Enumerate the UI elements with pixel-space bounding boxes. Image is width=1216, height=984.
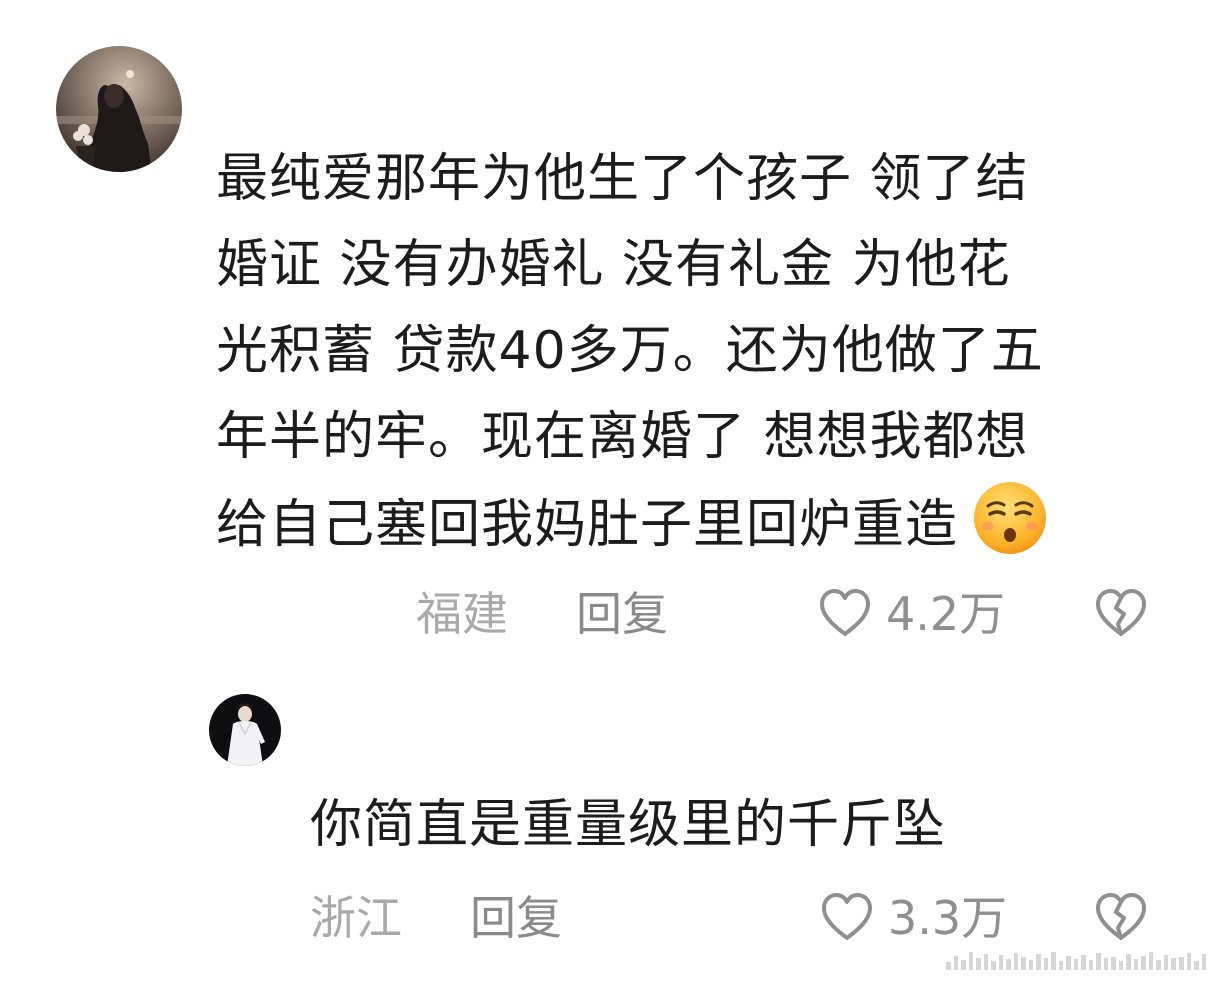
- watermark-glyph: [976, 958, 981, 970]
- watermark-glyph: [1066, 956, 1071, 970]
- broken-heart-icon[interactable]: [1094, 892, 1148, 942]
- watermark-glyph: [1043, 958, 1049, 970]
- watermark-glyph: [1036, 954, 1041, 970]
- heart-outline-icon[interactable]: [818, 588, 872, 638]
- comment-line: 你简直是重量级里的千斤坠: [310, 795, 947, 855]
- watermark-glyph: [1073, 959, 1079, 970]
- watermark-glyph: [1081, 955, 1086, 970]
- watermark-glyph: [991, 961, 996, 970]
- watermark-glyph: [983, 954, 989, 970]
- watermark-glyph: [1013, 953, 1019, 970]
- watermark-glyph: [1028, 960, 1034, 970]
- watermark-glyph: [1163, 955, 1169, 970]
- like-count: 4.2万: [886, 587, 1006, 641]
- unamused-face-emoji: [972, 480, 1048, 556]
- watermark-glyph: [1058, 961, 1064, 970]
- reply-commenter-avatar[interactable]: [209, 694, 281, 766]
- watermark-glyph: [1148, 952, 1154, 970]
- watermark-glyph: [1171, 958, 1176, 970]
- comment-text: 最纯爱那年为他生了个孩子 领了结 婚证 没有办婚礼 没有礼金 为他花 光积蓄 贷…: [216, 136, 1048, 568]
- watermark-glyph: [961, 960, 966, 970]
- watermark-glyph: [1051, 952, 1056, 970]
- watermark-glyph: [1133, 959, 1139, 970]
- watermark: [946, 950, 1207, 970]
- watermark-glyph: [946, 962, 951, 970]
- watermark-glyph: [1096, 953, 1101, 970]
- watermark-glyph: [1141, 956, 1146, 970]
- reply-button[interactable]: 回复: [576, 584, 668, 644]
- watermark-glyph: [1201, 954, 1207, 970]
- broken-heart-icon[interactable]: [1094, 588, 1148, 638]
- watermark-glyph: [998, 955, 1004, 970]
- watermark-glyph: [1088, 960, 1094, 970]
- watermark-glyph: [1103, 958, 1109, 970]
- comment-location: 福建: [416, 587, 508, 641]
- heart-outline-icon[interactable]: [820, 892, 874, 942]
- comment-line-text: 给自己塞回我妈肚子里回炉重造: [216, 495, 959, 555]
- comment-line: 婚证 没有办婚礼 没有礼金 为他花: [216, 235, 1011, 295]
- reply-comment-text: 你简直是重量级里的千斤坠: [310, 782, 946, 868]
- watermark-glyph: [1194, 961, 1199, 970]
- comment-line: 最纯爱那年为他生了个孩子 领了结: [216, 149, 1029, 209]
- watermark-glyph: [1126, 954, 1131, 970]
- watermark-glyph: [968, 952, 974, 970]
- comment-line: 光积蓄 贷款40多万。还为他做了五: [216, 321, 1044, 381]
- watermark-glyph: [1021, 957, 1026, 970]
- watermark-glyph: [1186, 953, 1192, 970]
- comment-line: 给自己塞回我妈肚子里回炉重造: [216, 480, 1048, 568]
- comment-location: 浙江: [310, 891, 402, 945]
- comment-line: 年半的牢。现在离婚了 想想我都想: [216, 407, 1029, 467]
- watermark-glyph: [953, 956, 959, 970]
- watermark-glyph: [1156, 960, 1161, 970]
- like-count: 3.3万: [888, 891, 1008, 945]
- commenter-avatar[interactable]: [56, 46, 182, 172]
- watermark-glyph: [1006, 959, 1011, 970]
- reply-button[interactable]: 回复: [470, 888, 562, 948]
- watermark-glyph: [1178, 957, 1184, 970]
- watermark-glyph: [1111, 957, 1116, 970]
- watermark-glyph: [1118, 961, 1124, 970]
